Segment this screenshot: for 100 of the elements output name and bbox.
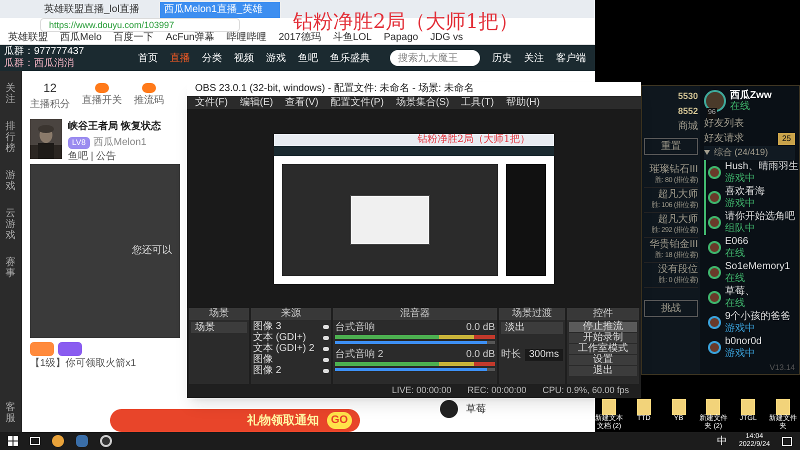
bookmark-link[interactable]: JDG vs bbox=[430, 32, 464, 44]
reset-button[interactable]: 重置 bbox=[644, 138, 698, 155]
requests-badge: 25 bbox=[778, 132, 795, 144]
folder-icon[interactable] bbox=[672, 399, 686, 415]
menu-item[interactable]: 配置文件(P) bbox=[330, 96, 384, 108]
bookmark-link[interactable]: AcFun弹幕 bbox=[166, 32, 215, 44]
friend-name: 喜欢看海 bbox=[725, 186, 765, 198]
ime-indicator[interactable]: 中 bbox=[716, 434, 727, 448]
sidebar-item[interactable]: 关注 bbox=[6, 83, 16, 105]
friend-item[interactable]: So1eMemory1 在线 bbox=[704, 260, 795, 284]
control-button[interactable]: 开始录制 bbox=[569, 333, 637, 343]
task-view-icon[interactable] bbox=[30, 437, 40, 445]
friend-item[interactable]: 喜欢看海 游戏中 bbox=[704, 184, 795, 210]
browser-app-icon[interactable] bbox=[52, 435, 64, 447]
folder-icon[interactable] bbox=[636, 399, 651, 415]
eye-icon[interactable] bbox=[323, 347, 329, 351]
eye-icon[interactable] bbox=[323, 336, 329, 340]
nav-link[interactable]: 视频 bbox=[234, 50, 254, 66]
source-item[interactable]: 图像 3 bbox=[253, 322, 282, 332]
version-label: V13.14 bbox=[770, 362, 795, 374]
room-title: 峡谷王者局 恢复状态 bbox=[68, 120, 161, 134]
bookmark-link[interactable]: 英雄联盟 bbox=[8, 32, 48, 44]
eye-icon[interactable] bbox=[323, 369, 329, 373]
friend-item[interactable]: E066 在线 bbox=[704, 234, 795, 260]
window-title: OBS 23.0.1 (32-bit, windows) - 配置文件: 未命名 - 场景: 未命名 bbox=[195, 83, 474, 95]
notification-icon[interactable] bbox=[782, 436, 792, 446]
nav-link[interactable]: 鱼乐盛典 bbox=[330, 50, 370, 66]
currency-amount: 5530 bbox=[678, 90, 698, 103]
menu-item[interactable]: 文件(F) bbox=[195, 96, 228, 108]
source-item[interactable]: 图像 2 bbox=[253, 366, 282, 376]
nav-link[interactable]: 鱼吧 bbox=[298, 50, 318, 66]
duration-field[interactable]: 300ms bbox=[524, 348, 563, 360]
rank-label: 璀璨钻石III bbox=[650, 164, 698, 176]
menu-item[interactable]: 场景集合(S) bbox=[396, 96, 450, 108]
address-field[interactable]: https://www.douyu.com/103997 bbox=[40, 18, 240, 32]
sidebar-item[interactable]: 客服 bbox=[6, 402, 16, 424]
sidebar-item[interactable]: 赛事 bbox=[6, 257, 16, 279]
sidebar-item[interactable]: 排行榜 bbox=[6, 121, 16, 154]
dock-title: 场景 bbox=[189, 308, 249, 320]
friend-item[interactable]: 请你开始选角吧 组队中 bbox=[704, 210, 795, 234]
control-button[interactable]: 退出 bbox=[569, 366, 637, 376]
control-button[interactable]: 设置 bbox=[569, 355, 637, 365]
bookmark-link[interactable]: 2017德玛 bbox=[278, 32, 321, 44]
bookmark-link[interactable]: 百度一下 bbox=[114, 32, 154, 44]
challenge-button[interactable]: 挑战 bbox=[644, 300, 698, 317]
requests-label: 好友请求 bbox=[704, 132, 744, 146]
volume-slider[interactable] bbox=[335, 341, 495, 344]
source-item[interactable]: 文本 (GDI+) bbox=[253, 333, 306, 343]
browser-tab[interactable]: 英雄联盟直播_lol直播 bbox=[40, 2, 160, 18]
transition-select[interactable]: 淡出 bbox=[501, 322, 563, 334]
eye-icon[interactable] bbox=[323, 358, 329, 362]
friend-status: 游戏中 bbox=[725, 348, 756, 358]
nav-link[interactable]: 分类 bbox=[202, 50, 222, 66]
recorder-app-icon[interactable] bbox=[100, 435, 112, 447]
search-field[interactable]: 搜索九大魔王 bbox=[390, 50, 480, 66]
control-button[interactable]: 停止推流 bbox=[569, 322, 637, 332]
header-link[interactable]: 关注 bbox=[524, 50, 544, 66]
eye-icon[interactable] bbox=[323, 325, 329, 329]
stat-icon bbox=[95, 83, 109, 93]
source-item[interactable]: 文本 (GDI+) 2 bbox=[253, 344, 314, 354]
dock-title: 混音器 bbox=[333, 308, 497, 320]
duration-label: 时长 bbox=[501, 348, 521, 362]
bookmark-link[interactable]: Papago bbox=[384, 32, 418, 44]
header-link[interactable]: 历史 bbox=[492, 50, 512, 66]
streamer-name: 西瓜Melon1 bbox=[94, 136, 146, 150]
nav-link[interactable]: 游戏 bbox=[266, 50, 286, 66]
status-text: LIVE: 00:00:00 bbox=[392, 384, 452, 398]
bookmark-link[interactable]: 西瓜Melo bbox=[60, 32, 102, 44]
channel-name: 台式音响 bbox=[335, 322, 375, 333]
friend-status: 游戏中 bbox=[725, 172, 756, 184]
folder-icon[interactable] bbox=[741, 399, 756, 415]
dock-title: 来源 bbox=[251, 308, 331, 320]
friend-item[interactable]: 9个小孩的爸爸 游戏中 bbox=[704, 310, 795, 334]
source-item[interactable]: 图像 bbox=[253, 355, 273, 365]
expand-caret-icon[interactable] bbox=[704, 150, 710, 156]
banner-text: 礼物领取通知 bbox=[246, 412, 319, 430]
status-text: REC: 00:00:00 bbox=[467, 384, 526, 398]
nav-link[interactable]: 首页 bbox=[138, 50, 158, 66]
menu-item[interactable]: 查看(V) bbox=[285, 96, 318, 108]
sidebar-item[interactable]: 云游戏 bbox=[6, 208, 16, 241]
sidebar-item[interactable]: 游戏 bbox=[6, 170, 16, 192]
profile-status: 在线 bbox=[730, 101, 751, 112]
scene-item[interactable]: 场景 bbox=[191, 322, 247, 333]
folder-icon[interactable] bbox=[706, 399, 720, 415]
bookmark-link[interactable]: 斗鱼LOL bbox=[332, 32, 372, 44]
windows-icon[interactable] bbox=[8, 436, 18, 446]
friend-item[interactable]: 草莓、 在线 bbox=[704, 284, 795, 310]
game-app-icon[interactable] bbox=[76, 435, 88, 447]
nav-link[interactable]: 直播 bbox=[170, 50, 190, 66]
menu-item[interactable]: 工具(T) bbox=[461, 96, 494, 108]
friend-item[interactable]: b0nor0d 游戏中 bbox=[704, 334, 795, 360]
shop-link[interactable]: 商城 bbox=[678, 119, 698, 134]
friend-status: 游戏中 bbox=[725, 322, 756, 334]
folder-icon[interactable] bbox=[776, 399, 790, 415]
bookmark-link[interactable]: 哔哩哔哩 bbox=[226, 32, 267, 44]
volume-slider[interactable] bbox=[335, 368, 495, 371]
control-button[interactable]: 工作室模式 bbox=[569, 344, 637, 354]
menu-item[interactable]: 编辑(E) bbox=[240, 96, 274, 108]
header-link[interactable]: 客户端 bbox=[556, 50, 586, 66]
menu-item[interactable]: 帮助(H) bbox=[506, 96, 540, 108]
